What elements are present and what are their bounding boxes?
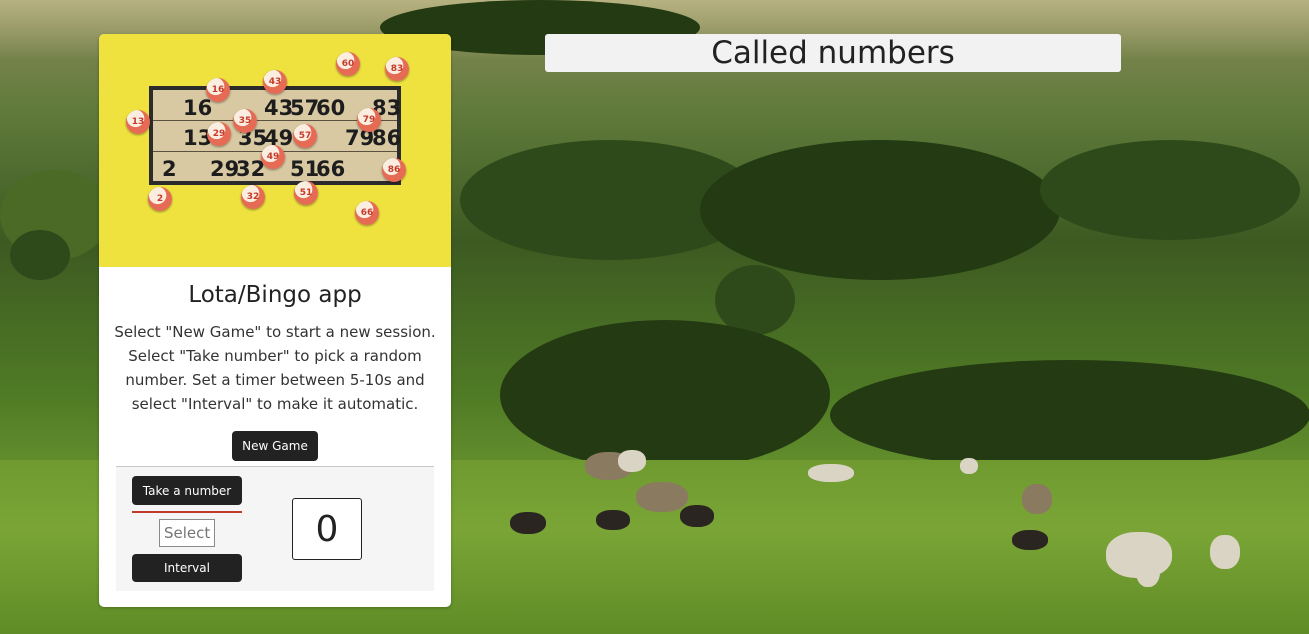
sheep: [1136, 555, 1160, 587]
tree-clump: [1040, 140, 1300, 240]
tree-clump: [830, 360, 1309, 470]
lotto-board: 16 43 57 60 83 13 35 49 79 86 2 29 32 51…: [149, 86, 401, 185]
current-number-display: 0: [292, 498, 362, 560]
bingo-ball: 16: [206, 78, 230, 102]
bingo-ball: 32: [241, 185, 265, 209]
app-title: Lota/Bingo app: [188, 282, 362, 308]
bingo-card-image: 16 43 57 60 83 13 35 49 79 86 2 29 32 51…: [99, 34, 451, 267]
take-number-button[interactable]: Take a number: [132, 476, 242, 505]
bingo-ball: 79: [357, 108, 381, 132]
called-numbers-heading: Called numbers: [545, 34, 1121, 72]
sheep: [1012, 530, 1048, 550]
board-number: 57: [290, 96, 320, 120]
board-number: 29: [210, 157, 240, 181]
interval-button[interactable]: Interval: [132, 554, 242, 582]
board-number: 2: [162, 157, 177, 181]
sheep: [1210, 535, 1240, 569]
sheep: [510, 512, 546, 534]
bingo-ball: 49: [261, 145, 285, 169]
bingo-ball: 60: [336, 52, 360, 76]
bingo-ball: 86: [382, 158, 406, 182]
new-game-button[interactable]: New Game: [232, 431, 318, 461]
sheep: [636, 482, 688, 512]
board-number: 66: [316, 157, 346, 181]
sheep: [808, 464, 854, 482]
bingo-ball: 57: [293, 124, 317, 148]
bingo-ball: 2: [148, 187, 172, 211]
bingo-ball: 35: [233, 109, 257, 133]
tree: [10, 230, 70, 280]
sheep: [596, 510, 630, 530]
app-description: Select "New Game" to start a new session…: [114, 323, 436, 413]
board-number: 51: [290, 157, 320, 181]
divider-line: [132, 511, 242, 513]
sheep: [960, 458, 978, 474]
board-number: 43: [264, 96, 294, 120]
bingo-ball: 66: [355, 201, 379, 225]
bingo-ball: 29: [207, 122, 231, 146]
sheep: [618, 450, 646, 472]
interval-seconds-input[interactable]: [159, 519, 215, 547]
sheep: [1022, 484, 1052, 514]
bingo-ball: 83: [385, 57, 409, 81]
bingo-ball: 51: [294, 181, 318, 205]
number-controls-panel: Take a number Interval 0: [116, 466, 434, 591]
tree-clump: [700, 140, 1060, 280]
tree-clump: [500, 320, 830, 470]
board-number: 60: [316, 96, 346, 120]
bingo-app-card: 16 43 57 60 83 13 35 49 79 86 2 29 32 51…: [99, 34, 451, 607]
bingo-ball: 13: [126, 110, 150, 134]
bingo-ball: 43: [263, 70, 287, 94]
sheep: [680, 505, 714, 527]
